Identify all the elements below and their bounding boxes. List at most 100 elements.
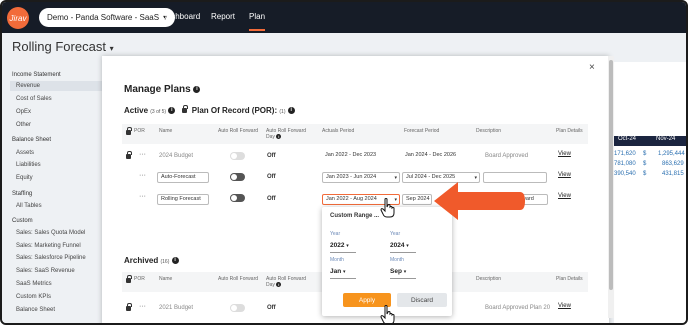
info-icon[interactable]: i: [168, 107, 176, 115]
caret-down-icon: ▾: [394, 175, 397, 181]
sidebar-item-assets[interactable]: Assets: [16, 150, 34, 156]
plan-name-input[interactable]: Auto-Forecast: [157, 172, 209, 183]
actuals-period: Jan 2022 - Dec 2023: [322, 151, 400, 162]
sidebar-item-balance-sheet[interactable]: Balance Sheet: [16, 307, 55, 313]
view-link[interactable]: View: [558, 303, 571, 309]
info-icon[interactable]: i: [287, 107, 295, 115]
discard-button[interactable]: Discard: [397, 293, 447, 307]
custom-range-option[interactable]: Custom Range ...: [330, 213, 379, 219]
sidebar-item-saas-metrics[interactable]: SaaS Metrics: [16, 281, 52, 287]
grid-header-oct: Oct-24: [614, 136, 652, 146]
col-auto-roll-day: Auto Roll Forward Day i: [266, 128, 307, 140]
sidebar-item-saas-revenue[interactable]: Sales: SaaS Revenue: [16, 268, 75, 274]
sidebar-item-cost-of-sales[interactable]: Cost of Sales: [16, 96, 52, 102]
sidebar-item-all-tables[interactable]: All Tables: [16, 203, 42, 209]
view-link[interactable]: View: [558, 172, 571, 178]
forecast-period-select[interactable]: Sep 2024 -: [402, 194, 432, 205]
sidebar-header: Custom: [12, 218, 33, 224]
more-icon[interactable]: ···: [139, 172, 146, 179]
actuals-period-select[interactable]: Jan 2023 - Jun 2024 ▾: [322, 172, 400, 183]
grid-cell: 781,080: [614, 161, 636, 167]
sidebar-item-revenue[interactable]: Revenue: [16, 83, 40, 89]
grid-cell: $: [643, 171, 647, 177]
col-auto-roll: Auto Roll Forward: [218, 128, 259, 134]
info-icon[interactable]: i: [276, 282, 282, 288]
lock-icon: [126, 127, 132, 135]
caret-down-icon: ▾: [406, 243, 409, 249]
to-month-label: Month: [390, 257, 404, 263]
from-year-label: Year: [330, 231, 341, 237]
sidebar-item-sales-quota-model[interactable]: Sales: Sales Quota Model: [16, 230, 85, 236]
archived-section-header: Archived (16) i: [124, 256, 179, 265]
sidebar-item-liabilities[interactable]: Liabilities: [16, 162, 41, 168]
page-title[interactable]: Rolling Forecast ▾: [12, 39, 114, 54]
col-forecast: Forecast Period: [404, 128, 440, 134]
modal-title: Manage Plans i: [124, 84, 201, 95]
view-link[interactable]: View: [558, 151, 571, 157]
nav-plan[interactable]: Plan: [249, 12, 266, 31]
col-por: POR: [134, 276, 145, 282]
auto-roll-toggle[interactable]: [230, 173, 245, 181]
top-nav: Jirav Demo - Panda Software - SaaS ▾ Das…: [2, 2, 686, 33]
scrollbar-thumb[interactable]: [609, 60, 613, 290]
nav-dashboard[interactable]: Dashboard: [161, 12, 200, 21]
more-icon[interactable]: ···: [139, 193, 146, 200]
background-grid: [614, 62, 686, 323]
from-year-select[interactable]: 2022 ▾: [330, 242, 349, 249]
nav-report[interactable]: Report: [211, 12, 235, 21]
auto-roll-toggle[interactable]: [230, 304, 245, 312]
auto-roll-day: Off: [267, 305, 276, 311]
more-icon[interactable]: ···: [139, 151, 146, 158]
underline: [390, 252, 416, 253]
plan-name: 2024 Budget: [159, 153, 194, 159]
close-icon[interactable]: ×: [589, 62, 595, 73]
from-month-select[interactable]: Jan ▾: [330, 268, 346, 275]
info-icon[interactable]: i: [193, 85, 201, 93]
grid-cell: 863,629: [662, 161, 684, 167]
plan-description: Board Approved: [485, 153, 529, 159]
lock-icon: [126, 151, 132, 159]
to-year-select[interactable]: 2024 ▾: [390, 242, 409, 249]
auto-roll-toggle[interactable]: [230, 194, 245, 202]
hand-cursor-icon: [380, 305, 395, 323]
auto-roll-day: Off: [267, 174, 276, 180]
sidebar-item-other[interactable]: Other: [16, 122, 31, 128]
sidebar-item-opex[interactable]: OpEx: [16, 109, 31, 115]
col-auto-roll-day: Auto Roll Forward Day i: [266, 276, 307, 288]
sidebar-item-salesforce-pipeline[interactable]: Sales: Salesforce Pipeline: [16, 255, 86, 261]
sidebar-item-custom-kpis[interactable]: Custom KPIs: [16, 294, 51, 300]
caret-down-icon: ▾: [346, 243, 349, 249]
col-name: Name: [159, 276, 173, 282]
info-icon[interactable]: i: [171, 257, 179, 265]
info-icon[interactable]: i: [276, 134, 282, 140]
hand-cursor-icon: [380, 198, 395, 218]
grid-cell: $: [643, 151, 647, 157]
lock-icon: [126, 275, 132, 283]
col-plan-details: Plan Details: [556, 276, 583, 282]
grid-cell: $: [643, 161, 647, 167]
sidebar-header: Balance Sheet: [12, 137, 52, 143]
col-name: Name: [159, 128, 173, 134]
annotation-arrow-icon: [434, 182, 525, 220]
app-window: Jirav Demo - Panda Software - SaaS ▾ Das…: [0, 0, 688, 325]
lock-icon: [181, 105, 188, 113]
workspace-selector[interactable]: Demo - Panda Software - SaaS ▾: [39, 8, 176, 27]
sidebar-item-equity[interactable]: Equity: [16, 175, 33, 181]
caret-down-icon: ▾: [403, 269, 407, 275]
sidebar: Income Statement Revenue Cost of Sales O…: [2, 64, 102, 323]
lock-icon: [126, 303, 132, 311]
sidebar-item-marketing-funnel[interactable]: Sales: Marketing Funnel: [16, 243, 81, 249]
auto-roll-day: Off: [267, 196, 276, 202]
plan-name-input[interactable]: Rolling Forecast: [157, 194, 209, 205]
jirav-logo[interactable]: Jirav: [7, 7, 29, 29]
underline: [330, 278, 356, 279]
auto-roll-toggle[interactable]: [230, 152, 245, 160]
active-table-header: POR Name Auto Roll Forward Auto Roll For…: [122, 124, 588, 144]
view-link[interactable]: View: [558, 193, 571, 199]
to-month-select[interactable]: Sep ▾: [390, 268, 406, 275]
grid-header-nov: Nov-24: [652, 136, 686, 146]
more-icon[interactable]: ···: [139, 303, 146, 310]
underline: [390, 278, 416, 279]
grid-cell: 171,620: [614, 151, 636, 157]
underline: [330, 252, 356, 253]
